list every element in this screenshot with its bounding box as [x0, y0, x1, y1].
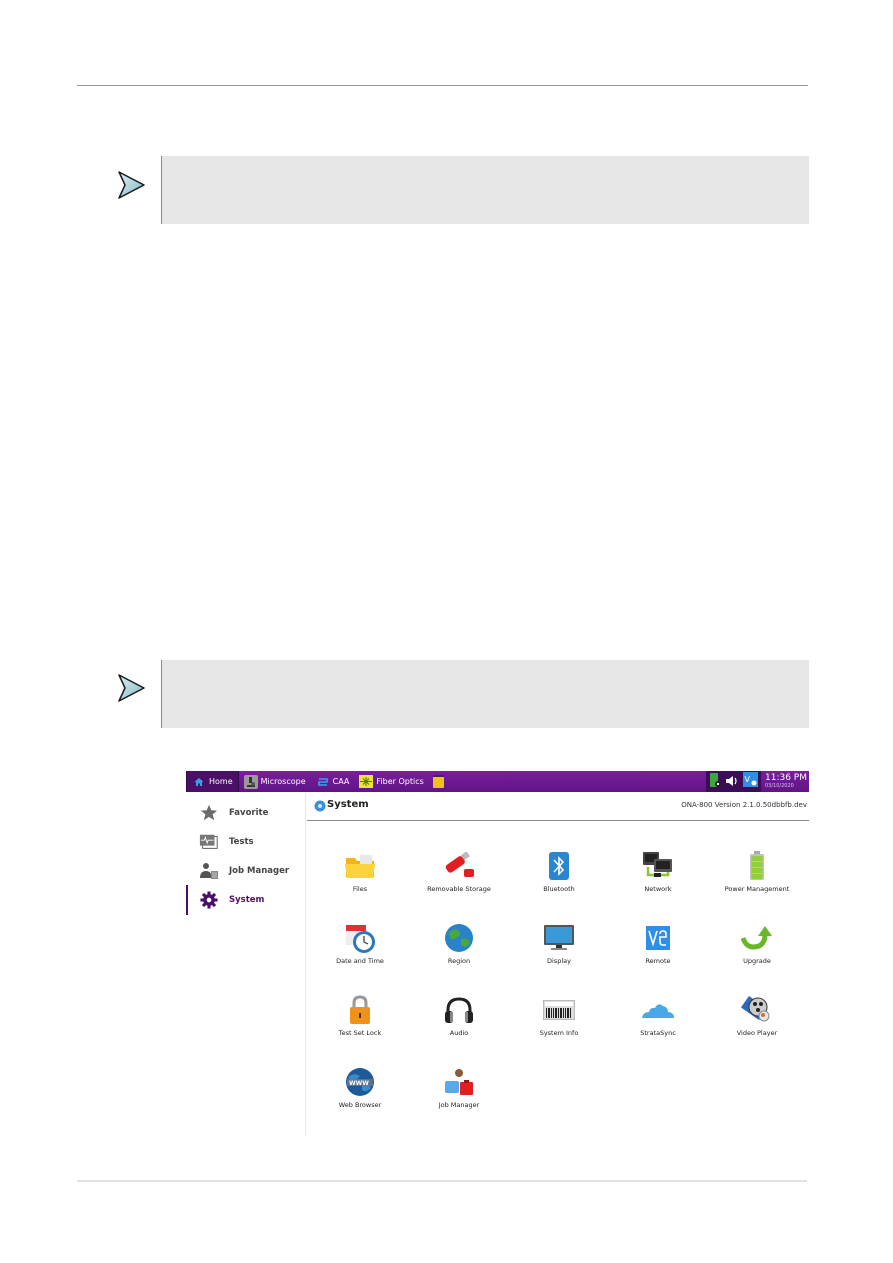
- app-job-manager[interactable]: Job Manager: [409, 1065, 509, 1125]
- app-region[interactable]: Region: [409, 921, 509, 981]
- app-test-set-lock[interactable]: Test Set Lock: [310, 993, 410, 1053]
- app-removable-storage[interactable]: Removable Storage: [409, 849, 509, 909]
- app-label: Date and Time: [336, 957, 384, 965]
- app-label: Remote: [645, 957, 671, 965]
- app-files[interactable]: Files: [310, 849, 410, 909]
- app-bluetooth[interactable]: Bluetooth: [509, 849, 609, 909]
- tab-caa[interactable]: CAA: [311, 771, 355, 792]
- sidebar-item-label: System: [229, 895, 265, 905]
- app-label: Files: [352, 885, 368, 893]
- monitor-icon: [542, 921, 576, 955]
- version-label: ONA-800 Version 2.1.0.50dbbfb.dev: [681, 801, 807, 809]
- vnc-remote-icon[interactable]: V: [743, 772, 758, 791]
- app-video-player[interactable]: Video Player: [707, 993, 807, 1053]
- tab-fiber-optics[interactable]: Fiber Optics: [354, 771, 428, 792]
- tests-icon: [199, 832, 219, 852]
- app-system-info[interactable]: System Info: [509, 993, 609, 1053]
- app-label: Region: [447, 957, 471, 965]
- clock-date: 03/10/2020: [765, 783, 794, 789]
- page-title: System: [327, 799, 369, 810]
- sidebar-item-system[interactable]: System: [186, 885, 306, 915]
- fiber-optics-icon: [359, 775, 374, 789]
- app-power-management[interactable]: Power Management: [707, 849, 807, 909]
- app-label: Video Player: [736, 1029, 778, 1037]
- tab-home[interactable]: Home: [186, 771, 239, 792]
- sidebar-item-favorite[interactable]: Favorite: [186, 800, 306, 826]
- app-stratasync[interactable]: StrataSync: [608, 993, 708, 1053]
- gear-icon: [199, 890, 219, 910]
- sidebar-item-job-manager[interactable]: Job Manager: [186, 858, 306, 884]
- app-label: Removable Storage: [427, 885, 491, 893]
- app-label: Test Set Lock: [338, 1029, 382, 1037]
- app-label: Bluetooth: [543, 885, 575, 893]
- app-label: Audio: [449, 1029, 469, 1037]
- tab-label: Home: [209, 777, 233, 786]
- top-bar: Home Microscope CAA Fiber Optics V 11:36…: [186, 771, 809, 792]
- footer-rule: [77, 1180, 807, 1182]
- barcode-icon: [542, 993, 576, 1027]
- usb-drive-icon: [442, 849, 476, 883]
- app-launcher-icon[interactable]: [432, 775, 444, 788]
- upgrade-arrow-icon: [740, 921, 774, 955]
- app-label: Upgrade: [743, 957, 771, 965]
- job-manager-person-icon: [442, 1065, 476, 1099]
- sidebar-item-label: Job Manager: [229, 866, 290, 876]
- sidebar-item-tests[interactable]: Tests: [186, 829, 306, 855]
- app-upgrade[interactable]: Upgrade: [707, 921, 807, 981]
- app-label: System Info: [539, 1029, 579, 1037]
- app-label: Display: [547, 957, 571, 965]
- app-date-and-time[interactable]: Date and Time: [310, 921, 410, 981]
- calendar-clock-icon: [343, 921, 377, 955]
- tab-label: Fiber Optics: [376, 777, 424, 786]
- tab-microscope[interactable]: Microscope: [239, 771, 311, 792]
- headphones-icon: [442, 993, 476, 1027]
- app-label: Power Management: [724, 885, 790, 893]
- battery-plug-icon[interactable]: [709, 772, 721, 792]
- network-icon: [641, 849, 675, 883]
- www-globe-icon: WWW: [343, 1065, 377, 1099]
- bluetooth-icon: [542, 849, 576, 883]
- app-remote[interactable]: Remote: [608, 921, 708, 981]
- video-player-icon: [740, 993, 774, 1027]
- microscope-icon: [243, 774, 258, 789]
- app-label: Job Manager: [438, 1101, 480, 1109]
- header-rule: [77, 85, 808, 86]
- clock-time: 11:36 PM: [765, 773, 807, 783]
- note-arrow-icon: [118, 674, 145, 702]
- app-label: StrataSync: [640, 1029, 676, 1037]
- sidebar: Favorite Tests Job Manager System: [186, 792, 306, 1136]
- app-audio[interactable]: Audio: [409, 993, 509, 1053]
- folder-icon: [343, 849, 377, 883]
- clock: 11:36 PM 03/10/2020: [765, 774, 809, 789]
- tab-label: CAA: [332, 777, 350, 786]
- volume-icon[interactable]: [725, 772, 739, 791]
- app-label: Web Browser: [338, 1101, 382, 1109]
- globe-icon: [442, 921, 476, 955]
- status-area: V 11:36 PM 03/10/2020: [706, 771, 809, 792]
- star-icon: [199, 803, 219, 823]
- device-screenshot: Home Microscope CAA Fiber Optics V 11:36…: [186, 771, 809, 1136]
- panel-header: System ONA-800 Version 2.1.0.50dbbfb.dev: [307, 792, 809, 821]
- home-icon: [192, 775, 206, 789]
- vnc-icon: [641, 921, 675, 955]
- sidebar-item-label: Tests: [229, 837, 254, 847]
- app-web-browser[interactable]: WWW Web Browser: [310, 1065, 410, 1125]
- note-box: [161, 156, 809, 224]
- svg-text:V: V: [745, 775, 751, 784]
- app-display[interactable]: Display: [509, 921, 609, 981]
- sidebar-item-label: Favorite: [229, 808, 269, 818]
- system-gear-icon: [314, 800, 326, 812]
- svg-text:WWW: WWW: [349, 1080, 369, 1087]
- app-label: Network: [644, 885, 672, 893]
- caa-icon: [316, 775, 330, 789]
- note-arrow-icon: [118, 171, 145, 199]
- app-network[interactable]: Network: [608, 849, 708, 909]
- note-box: [161, 660, 809, 728]
- system-panel: System ONA-800 Version 2.1.0.50dbbfb.dev…: [307, 792, 809, 1136]
- padlock-icon: [343, 993, 377, 1027]
- battery-icon: [740, 849, 774, 883]
- tab-label: Microscope: [260, 777, 306, 786]
- job-manager-icon: [199, 861, 219, 881]
- cloud-icon: [641, 993, 675, 1027]
